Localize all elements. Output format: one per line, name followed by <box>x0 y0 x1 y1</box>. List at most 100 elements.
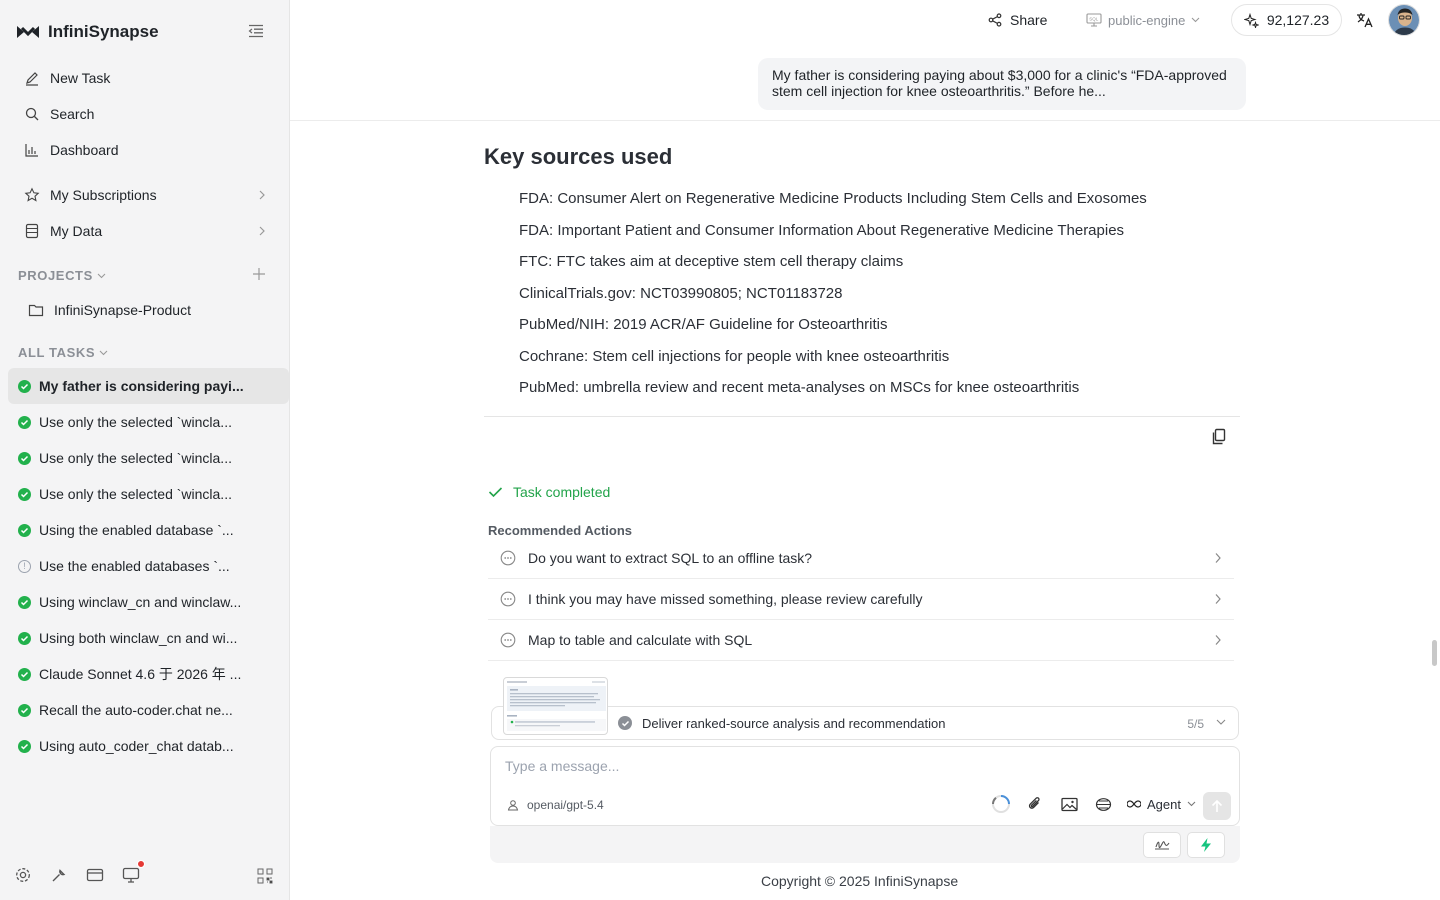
task-item[interactable]: Use only the selected `wincla... <box>8 476 289 512</box>
image-icon <box>1060 797 1078 811</box>
draw-button[interactable] <box>1143 832 1181 858</box>
header-divider <box>290 120 1440 121</box>
chevron-down-icon <box>1191 17 1200 23</box>
star-icon <box>24 187 40 202</box>
model-selector[interactable]: openai/gpt-5.4 <box>507 798 604 812</box>
chevron-right-icon <box>259 226 265 236</box>
send-button[interactable] <box>1203 792 1231 820</box>
billing-button[interactable] <box>86 866 104 884</box>
task-item[interactable]: Use only the selected `wincla... <box>8 440 289 476</box>
image-upload-button[interactable] <box>1059 794 1079 814</box>
notification-dot <box>137 860 145 868</box>
recommended-actions-title: Recommended Actions <box>488 523 632 538</box>
attach-button[interactable] <box>1025 794 1045 814</box>
share-button[interactable]: Share <box>988 10 1047 30</box>
task-label: Use only the selected `wincla... <box>39 450 232 466</box>
task-item[interactable]: Claude Sonnet 4.6 于 2026 年 ... <box>8 656 289 692</box>
credits-badge[interactable]: 92,127.23 <box>1231 4 1342 36</box>
check-circle-icon <box>18 703 31 717</box>
task-item[interactable]: Using both winclaw_cn and wi... <box>8 620 289 656</box>
recommended-action-label: Map to table and calculate with SQL <box>528 632 753 648</box>
devices-button[interactable] <box>122 860 145 884</box>
nav-label: My Subscriptions <box>50 187 157 203</box>
copy-button[interactable] <box>1211 428 1227 446</box>
task-item[interactable]: Using auto_coder_chat datab... <box>8 728 289 764</box>
source-item: FDA: Consumer Alert on Regenerative Medi… <box>519 190 1147 207</box>
projects-section-toggle[interactable]: PROJECTS <box>18 268 106 283</box>
mode-label: Agent <box>1147 796 1181 812</box>
source-item: PubMed: umbrella review and recent meta-… <box>519 379 1080 396</box>
task-label: My father is considering payi... <box>39 378 244 394</box>
scrollbar-thumb[interactable] <box>1432 640 1437 666</box>
sidebar-bottom-toolbar <box>14 860 145 884</box>
language-button[interactable] <box>1356 12 1374 33</box>
task-label: Use only the selected `wincla... <box>39 486 232 502</box>
nav-dashboard[interactable]: Dashboard <box>16 134 274 166</box>
sql-engine-icon: SQL <box>1086 13 1102 27</box>
nav-new-task[interactable]: New Task <box>16 62 274 94</box>
task-item[interactable]: Using the enabled database `... <box>8 512 289 548</box>
task-item[interactable]: My father is considering payi... <box>8 368 289 404</box>
recommended-action[interactable]: I think you may have missed something, p… <box>488 579 1234 620</box>
composer-footer <box>490 826 1240 863</box>
source-item: PubMed/NIH: 2019 ACR/AF Guideline for Os… <box>519 316 888 333</box>
check-circle-icon <box>18 451 31 465</box>
project-item[interactable]: InfiniSynapse-Product <box>28 298 191 322</box>
globe-icon <box>1095 797 1111 811</box>
task-label: Recall the auto-coder.chat ne... <box>39 702 233 718</box>
quick-mode-button[interactable] <box>1187 832 1225 858</box>
task-label: Using auto_coder_chat datab... <box>39 738 234 754</box>
check-circle-icon <box>18 667 31 681</box>
engine-selector[interactable]: SQL public-engine <box>1086 10 1200 30</box>
task-item[interactable]: Recall the auto-coder.chat ne... <box>8 692 289 728</box>
recommended-action[interactable]: Do you want to extract SQL to an offline… <box>488 538 1234 579</box>
lightning-icon <box>1201 838 1211 852</box>
recommended-action[interactable]: Map to table and calculate with SQL <box>488 620 1234 661</box>
chevron-down-icon <box>99 350 108 355</box>
nav-label: Dashboard <box>50 142 119 158</box>
info-circle-icon: ! <box>18 559 31 573</box>
qr-code-button[interactable] <box>257 868 273 889</box>
task-item[interactable]: Using winclaw_cn and winclaw... <box>8 584 289 620</box>
pencil-icon <box>26 72 38 86</box>
wrench-icon <box>52 869 66 882</box>
copyright-footer: Copyright © 2025 InfiniSynapse <box>761 873 959 889</box>
message-input[interactable] <box>505 755 1205 777</box>
chevron-down-icon <box>1216 719 1226 725</box>
user-message-bubble: My father is considering paying about $3… <box>758 58 1246 110</box>
nav-my-data[interactable]: My Data <box>16 215 274 247</box>
source-item: FTC: FTC takes aim at deceptive stem cel… <box>519 253 904 270</box>
plus-icon <box>253 268 265 280</box>
nav-label: My Data <box>50 223 103 239</box>
mode-selector[interactable]: Agent <box>1127 797 1196 812</box>
settings-button[interactable] <box>14 866 32 884</box>
chevron-down-icon <box>97 273 106 278</box>
task-label: Using the enabled database `... <box>39 522 234 538</box>
database-icon <box>25 223 39 239</box>
project-label: InfiniSynapse-Product <box>54 302 191 318</box>
web-search-button[interactable] <box>1093 794 1113 814</box>
avatar[interactable] <box>1388 4 1420 36</box>
brand[interactable]: InfiniSynapse <box>16 20 159 44</box>
chevron-right-icon <box>1215 553 1221 563</box>
source-item: FDA: Important Patient and Consumer Info… <box>519 222 1125 239</box>
user-message-text: My father is considering paying about $3… <box>772 67 1227 99</box>
tools-button[interactable] <box>50 866 68 884</box>
infinity-icon <box>1127 800 1141 808</box>
check-circle-icon <box>18 739 31 753</box>
plan-preview-image <box>507 681 606 731</box>
credit-card-icon <box>86 868 104 882</box>
task-plan-thumbnail[interactable] <box>503 677 608 735</box>
task-item[interactable]: ! Use the enabled databases `... <box>8 548 289 584</box>
nav-search[interactable]: Search <box>16 98 274 130</box>
add-project-button[interactable] <box>252 267 266 281</box>
projects-label: PROJECTS <box>18 268 93 283</box>
qr-code-icon <box>257 868 273 884</box>
sidebar-collapse-button[interactable] <box>248 24 266 40</box>
task-item[interactable]: Use only the selected `wincla... <box>8 404 289 440</box>
brand-name: InfiniSynapse <box>48 22 159 41</box>
all-tasks-section-toggle[interactable]: ALL TASKS <box>18 345 108 360</box>
nav-my-subscriptions[interactable]: My Subscriptions <box>16 179 274 211</box>
logo-icon <box>17 26 39 38</box>
chevron-right-icon <box>1215 635 1221 645</box>
